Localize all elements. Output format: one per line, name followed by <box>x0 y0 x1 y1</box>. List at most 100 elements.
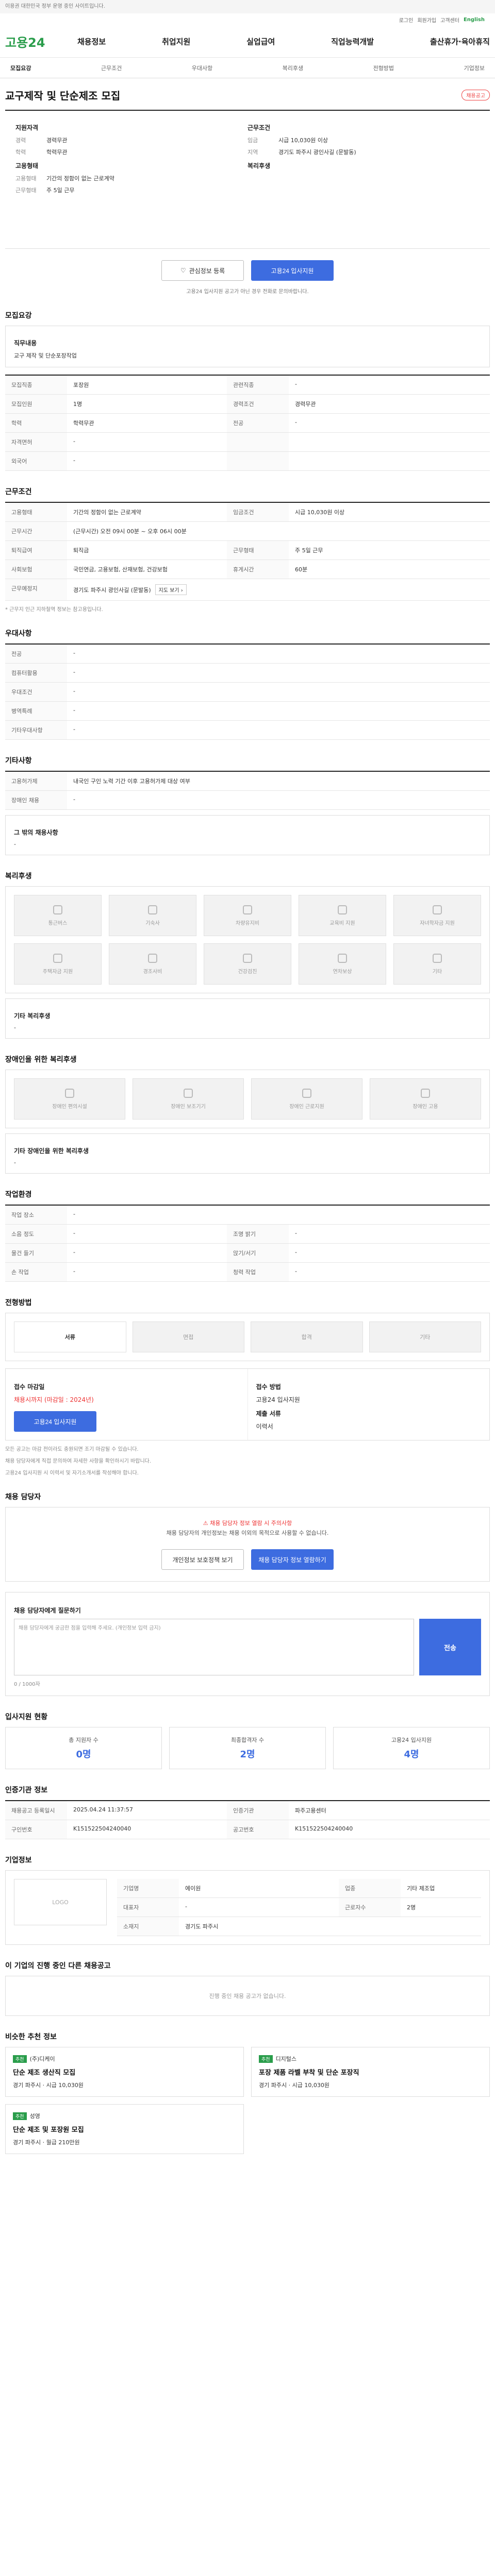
disability-section-title: 장애인을 위한 복리후생 <box>5 1056 77 1064</box>
home-loan-icon <box>53 953 62 963</box>
status-badge: 채용공고 <box>461 90 490 100</box>
apply-button[interactable]: 고용24 입사지원 <box>251 260 334 281</box>
table-value: - <box>67 1225 227 1244</box>
table-value: K151522504240040 <box>67 1820 227 1840</box>
gnb-item[interactable]: 직업능력개발 <box>331 36 374 47</box>
gnb-item[interactable]: 실업급여 <box>246 36 275 47</box>
house-icon <box>148 905 157 914</box>
job-desc: 교구 제작 및 단순포장작업 <box>14 352 77 359</box>
table-value: - <box>289 1263 490 1282</box>
other-empty: 진행 중인 채용 공고가 없습니다. <box>5 1976 490 2016</box>
status-card: 최종합격자 수 2명 <box>169 1727 326 1770</box>
welfare-item: 통근버스 <box>14 895 102 936</box>
selection-note: 채용 담당자에게 직접 문의하여 자세한 사항을 확인하시기 바랍니다. <box>5 1459 152 1464</box>
logo[interactable]: 고용24 <box>5 32 62 50</box>
map-button[interactable]: 지도 보기 › <box>155 584 187 595</box>
table-value: 1명 <box>67 395 227 414</box>
etc-icon <box>433 953 442 963</box>
gnb-item[interactable]: 출산휴가·육아휴직 <box>430 36 490 47</box>
welfare-item: 차량유지비 <box>204 895 291 936</box>
etc-extra-label: 그 밖의 채용사항 <box>14 829 58 836</box>
tab-selection[interactable]: 전형방법 <box>373 64 394 72</box>
table-key: 전공 <box>227 414 289 433</box>
inquiry-textarea[interactable]: 채용 담당자에게 궁금한 점을 입력해 주세요. (개인정보 입력 금지) <box>14 1619 414 1676</box>
etc-section-title: 기타사항 <box>5 757 32 765</box>
summary-key: 학력 <box>15 149 26 156</box>
login-link[interactable]: 로그인 <box>399 16 414 24</box>
disability-etc-label: 기타 장애인을 위한 복리후생 <box>14 1147 89 1155</box>
view-manager-button[interactable]: 채용 담당자 정보 열람하기 <box>251 1549 334 1570</box>
tab-welfare[interactable]: 복리후생 <box>283 64 303 72</box>
etc-table: 고용허가제 내국인 구인 노력 기간 이후 고용허가제 대상 여부 장애인 채용 - <box>5 771 490 810</box>
table-value: - <box>67 1206 490 1225</box>
summary-label: 복리후생 <box>248 162 271 170</box>
selection-note: 고용24 입사지원 시 이력서 및 자기소개서를 작성해야 합니다. <box>5 1470 139 1476</box>
page-title: 교구제작 및 단순제조 모집 <box>5 90 121 102</box>
signup-link[interactable]: 회원가입 <box>417 16 436 24</box>
recruit-section-title: 모집요강 <box>5 312 32 320</box>
table-value <box>289 433 490 452</box>
recruit-table: 모집직종 포장원 관련직종 - 모집인원 1명 경력조건 경력무관 학력 학력무관 전공 - 자격… <box>5 375 490 471</box>
table-key: 사회보험 <box>5 560 67 579</box>
status-value: 0명 <box>76 1749 91 1760</box>
bus-icon <box>53 905 62 914</box>
disability-label: 장애인 고용 <box>412 1104 438 1110</box>
table-value: 경기도 파주시 광인사길 (문발동) 지도 보기 › <box>67 579 490 601</box>
heart-icon: ♡ <box>180 267 186 274</box>
etc-extra: - <box>14 841 16 848</box>
table-key: 기업명 <box>117 1879 179 1899</box>
table-value: - <box>67 433 227 452</box>
summary-label: 근무조건 <box>248 124 271 131</box>
table-key: 고용형태 <box>5 503 67 522</box>
gnb-item[interactable]: 채용정보 <box>77 36 106 47</box>
disability-grid: 장애인 편의시설 장애인 보조기기 장애인 근로지원 장애인 고용 <box>5 1070 490 1128</box>
scrap-button[interactable]: ♡ 관심정보 등록 <box>161 260 244 281</box>
table-value: - <box>289 414 490 433</box>
table-key: 관련직종 <box>227 376 289 395</box>
disability-item: 장애인 편의시설 <box>14 1078 125 1120</box>
table-key <box>227 452 289 471</box>
apply-button-2[interactable]: 고용24 입사지원 <box>14 1411 96 1432</box>
summary-label: 고용형태 <box>15 162 39 170</box>
table-key: 채용공고 등록일시 <box>5 1801 67 1821</box>
welfare-item: 기숙사 <box>109 895 196 936</box>
workplace-section-title: 작업환경 <box>5 1191 32 1199</box>
tab-preference[interactable]: 우대사항 <box>192 64 212 72</box>
preference-section-title: 우대사항 <box>5 630 32 638</box>
summary-value: 학력무관 <box>46 149 68 156</box>
tab-recruit[interactable]: 모집요강 <box>10 64 31 72</box>
tab-work[interactable]: 근무조건 <box>101 64 122 72</box>
gift-icon <box>148 953 157 963</box>
inquiry-title: 채용 담당자에게 질문하기 <box>14 1607 81 1615</box>
gnb-item[interactable]: 취업지원 <box>162 36 190 47</box>
welfare-etc: - <box>14 1024 16 1031</box>
info-section-title: 인증기관 정보 <box>5 1786 48 1795</box>
apply-info: 접수 마감일 채용시까지 (마감일 : 2024년) 고용24 입사지원 접수 … <box>5 1368 490 1440</box>
language-link[interactable]: English <box>464 17 485 23</box>
submit-label: 제출 서류 <box>256 1410 281 1417</box>
help-link[interactable]: 고객센터 <box>440 16 459 24</box>
recommend-card[interactable]: 추천 성영 단순 제조 및 포장원 모집 경기 파주시 · 월급 210만원 <box>5 2104 244 2155</box>
method-value: 고용24 입사지원 <box>256 1396 300 1403</box>
tab-company[interactable]: 기업정보 <box>464 64 484 72</box>
table-value: - <box>179 1898 339 1918</box>
welfare-item: 건강검진 <box>204 943 291 985</box>
table-value: - <box>289 1225 490 1244</box>
welfare-label: 주택자금 지원 <box>42 969 73 975</box>
car-icon <box>243 905 252 914</box>
recommend-meta: 경기 파주시 · 시급 10,030원 <box>13 2082 84 2089</box>
table-value: - <box>67 452 227 471</box>
table-key: 작업 장소 <box>5 1206 67 1225</box>
privacy-policy-button[interactable]: 개인정보 보호정책 보기 <box>161 1549 244 1570</box>
summary-value: 경력무관 <box>46 137 68 144</box>
table-value: 기간의 정함이 없는 근로계약 <box>67 503 227 522</box>
inquiry-submit-button[interactable]: 전송 <box>419 1619 481 1676</box>
recommend-card[interactable]: 추천 디지털스 포장 제품 라벨 부착 및 단순 포장직 경기 파주시 · 시급 … <box>251 2047 490 2097</box>
table-value: 시급 10,030원 이상 <box>289 503 490 522</box>
table-value: 포장원 <box>67 376 227 395</box>
table-value: - <box>289 376 490 395</box>
scrap-label: 관심정보 등록 <box>189 267 225 275</box>
table-value <box>289 452 490 471</box>
recommend-card[interactable]: 추천 (주)디케이 단순 제조 생산직 모집 경기 파주시 · 시급 10,030… <box>5 2047 244 2097</box>
table-key: 청력 작업 <box>227 1263 289 1282</box>
